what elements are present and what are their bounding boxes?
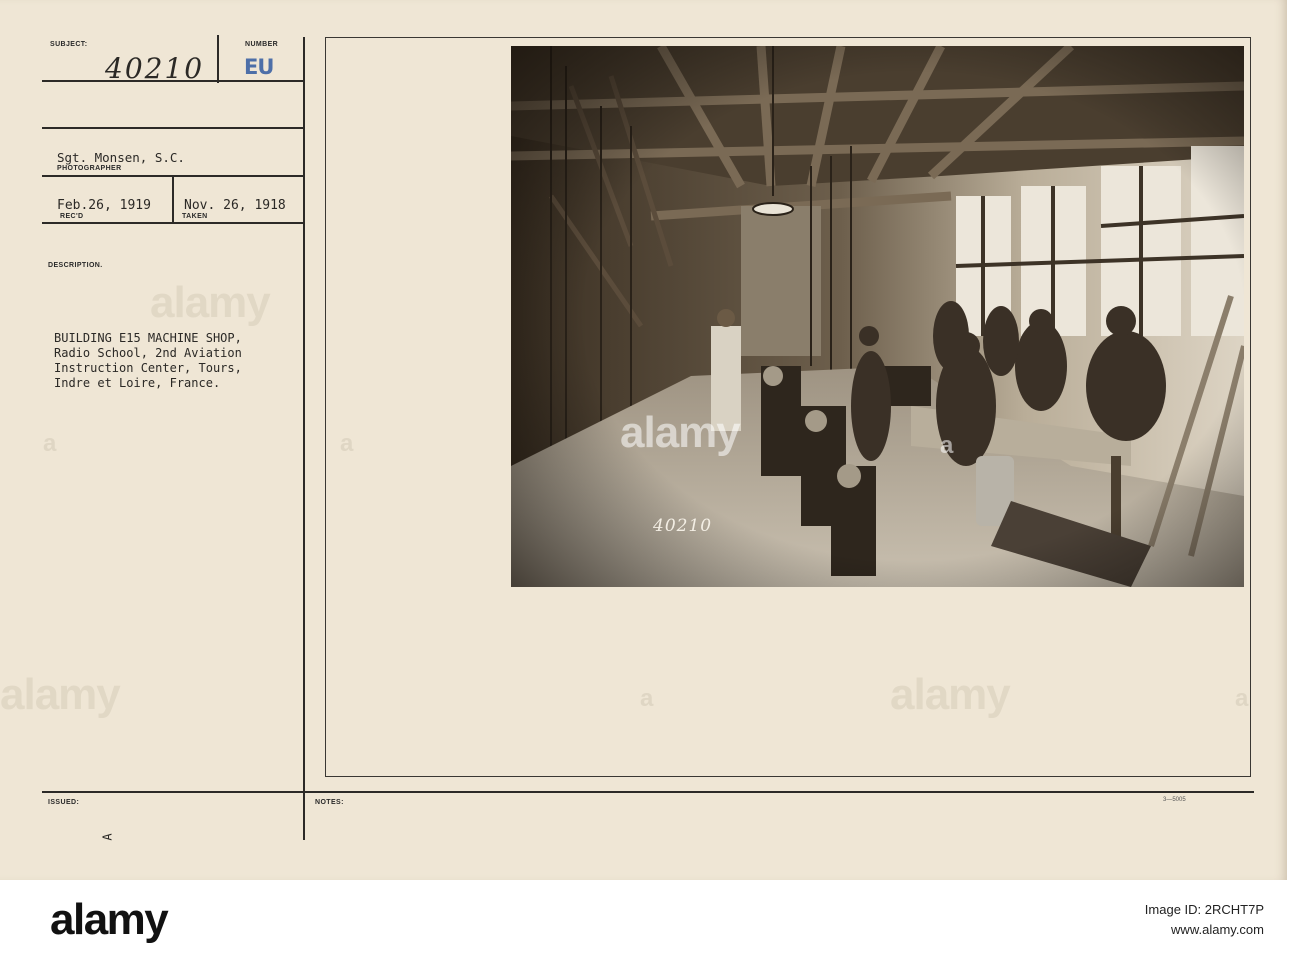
watermark-right-bottom: alamy: [890, 670, 1011, 719]
site-url[interactable]: www.alamy.com: [1145, 920, 1264, 940]
archival-record-card: SUBJECT: NUMBER PHOTOGRAPHER REC'D TAKEN…: [0, 0, 1287, 880]
photograph-image: [511, 46, 1244, 587]
image-id: Image ID: 2RCHT7P: [1144, 902, 1264, 917]
issued-rule: [42, 791, 1254, 793]
notes-label: NOTES:: [315, 799, 344, 806]
photo-negative-number: 40210: [653, 516, 713, 536]
taken-label: TAKEN: [182, 213, 208, 220]
issued-label: ISSUED:: [48, 799, 80, 806]
watermark-mark: a: [43, 430, 57, 457]
dates-underline: [42, 222, 305, 224]
photographer-label: PHOTOGRAPHER: [57, 165, 122, 172]
watermark-mark: a: [940, 432, 954, 459]
machine-shop-photograph: 40210: [511, 46, 1244, 587]
received-date: Feb.26, 1919: [57, 198, 151, 213]
stock-footer: [0, 880, 1300, 970]
description-line: Indre et Loire, France.: [54, 376, 221, 390]
photographer-top-rule: [42, 127, 305, 129]
description-text: BUILDING E15 MACHINE SHOP, Radio School,…: [54, 331, 242, 391]
alamy-logo[interactable]: alamy: [50, 895, 169, 945]
description-label: DESCRIPTION.: [48, 262, 103, 269]
watermark-mark: a: [640, 685, 654, 712]
watermark-left-bottom: alamy: [0, 670, 121, 719]
subject-number: 40210: [105, 52, 205, 85]
watermark-mark: a: [340, 430, 354, 457]
subject-label: SUBJECT:: [50, 41, 88, 48]
number-label: NUMBER: [245, 41, 279, 48]
received-label: REC'D: [60, 213, 84, 220]
form-code: 3—5005: [1163, 797, 1186, 803]
number-divider: [217, 35, 219, 83]
watermark-photo-center: alamy: [620, 408, 741, 457]
photographer-name: Sgt. Monsen, S.C.: [57, 150, 185, 165]
taken-date: Nov. 26, 1918: [184, 198, 286, 213]
number-stamp: EU: [244, 55, 274, 79]
watermark-mark: a: [1235, 685, 1249, 712]
watermark-left-top: alamy: [150, 278, 271, 327]
description-line: Radio School, 2nd Aviation: [54, 346, 242, 360]
image-info: Image ID: 2RCHT7P www.alamy.com: [1145, 900, 1264, 940]
description-line: BUILDING E15 MACHINE SHOP,: [54, 331, 242, 345]
margin-mark: A: [100, 833, 115, 841]
left-column-right-border: [303, 37, 305, 840]
dates-divider: [172, 175, 174, 222]
description-line: Instruction Center, Tours,: [54, 361, 242, 375]
photographer-underline: [42, 175, 305, 177]
